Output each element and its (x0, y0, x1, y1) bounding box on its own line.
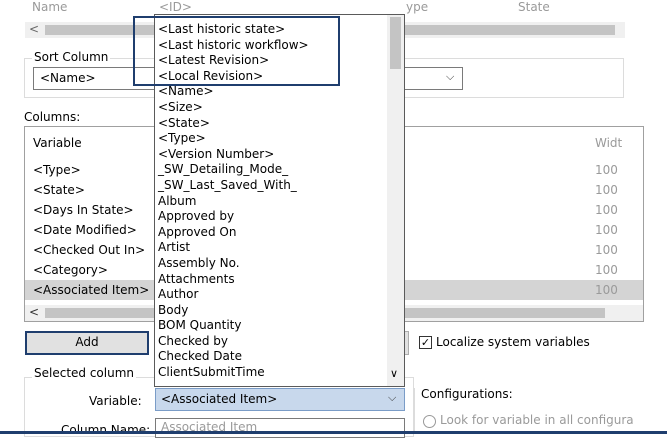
dropdown-item[interactable]: _SW_Last_Saved_With_ (155, 178, 387, 194)
header-name: Name (32, 0, 68, 14)
row-width: 100 (595, 283, 618, 297)
dropdown-item[interactable]: Author (155, 287, 387, 303)
dropdown-item[interactable]: Checked Date (155, 349, 387, 365)
dropdown-item[interactable]: <State> (155, 116, 387, 132)
row-name: <State> (33, 183, 85, 197)
dropdown-item[interactable]: Body (155, 303, 387, 319)
row-width: 100 (595, 223, 618, 237)
header-type: ype (406, 0, 429, 14)
dropdown-item[interactable]: <Last historic workflow> (155, 38, 387, 54)
variable-select[interactable]: <Associated Item> ⌵ (155, 388, 405, 411)
dropdown-item[interactable]: BOM Quantity (155, 318, 387, 334)
dropdown-item[interactable]: <Latest Revision> (155, 53, 387, 69)
header-width: Widt (595, 136, 623, 150)
dropdown-item[interactable]: Artist (155, 240, 387, 256)
row-width: 100 (595, 243, 618, 257)
row-name: <Days In State> (33, 203, 134, 217)
dropdown-item[interactable]: ClientSubmitTime (155, 365, 387, 381)
variable-label: Variable: (89, 394, 142, 408)
dropdown-item[interactable]: <Type> (155, 131, 387, 147)
dropdown-item[interactable]: <Local Revision> (155, 69, 387, 85)
dropdown-item[interactable]: Album (155, 194, 387, 210)
dropdown-item[interactable]: <Name> (155, 84, 387, 100)
configurations-label: Configurations: (421, 387, 513, 401)
column-name-label: Column Name: (61, 423, 151, 437)
dropdown-item[interactable]: <Version Number> (155, 147, 387, 163)
dropdown-item[interactable]: Assembly No. (155, 256, 387, 272)
row-name: <Date Modified> (33, 223, 137, 237)
look-for-variable-label: Look for variable in all configura (440, 413, 634, 427)
variable-value: <Associated Item> (161, 392, 278, 406)
row-width: 100 (595, 263, 618, 277)
row-width: 100 (595, 183, 618, 197)
sort-column-label: Sort Column (32, 50, 111, 64)
scroll-down-icon[interactable]: ∨ (390, 367, 398, 380)
variable-dropdown-list[interactable]: <Last historic state> <Last historic wor… (154, 14, 405, 387)
chevron-down-icon: ⌵ (388, 391, 397, 404)
column-name-input[interactable]: Associated Item (155, 418, 405, 438)
dropdown-item[interactable]: <Last historic state> (155, 22, 387, 38)
row-width: 100 (595, 163, 618, 177)
row-name: <Checked Out In> (33, 243, 146, 257)
add-button[interactable]: Add (25, 331, 149, 355)
dropdown-item[interactable]: Approved On (155, 225, 387, 241)
localize-checkbox[interactable]: ✓ (419, 336, 432, 349)
dropdown-items: <Last historic state> <Last historic wor… (155, 22, 387, 381)
selected-column-label: Selected column (32, 366, 137, 380)
dropdown-scroll-thumb[interactable] (390, 17, 401, 69)
configurations-divider (414, 388, 415, 434)
dropdown-item[interactable]: _SW_Detailing_Mode_ (155, 162, 387, 178)
header-state: State (518, 0, 550, 14)
chevron-down-icon: ⌵ (446, 70, 455, 83)
look-for-variable-radio[interactable] (423, 415, 436, 428)
header-id: <ID> (159, 0, 192, 14)
row-name: <Category> (33, 263, 108, 277)
row-name: <Associated Item> (33, 283, 150, 297)
dropdown-item[interactable]: Approved by (155, 209, 387, 225)
sort-column-value: <Name> (40, 71, 96, 85)
localize-label: Localize system variables (436, 335, 590, 349)
dropdown-item[interactable]: <Size> (155, 100, 387, 116)
dropdown-item[interactable]: Checked by (155, 334, 387, 350)
scroll-left-icon[interactable]: < (29, 305, 39, 319)
columns-label: Columns: (24, 110, 81, 124)
scroll-left-icon[interactable]: < (29, 22, 39, 36)
header-variable: Variable (33, 136, 82, 150)
row-name: <Type> (33, 163, 81, 177)
dropdown-vertical-scrollbar[interactable]: ∨ (387, 15, 404, 386)
row-width: 100 (595, 203, 618, 217)
dropdown-item[interactable]: Attachments (155, 272, 387, 288)
